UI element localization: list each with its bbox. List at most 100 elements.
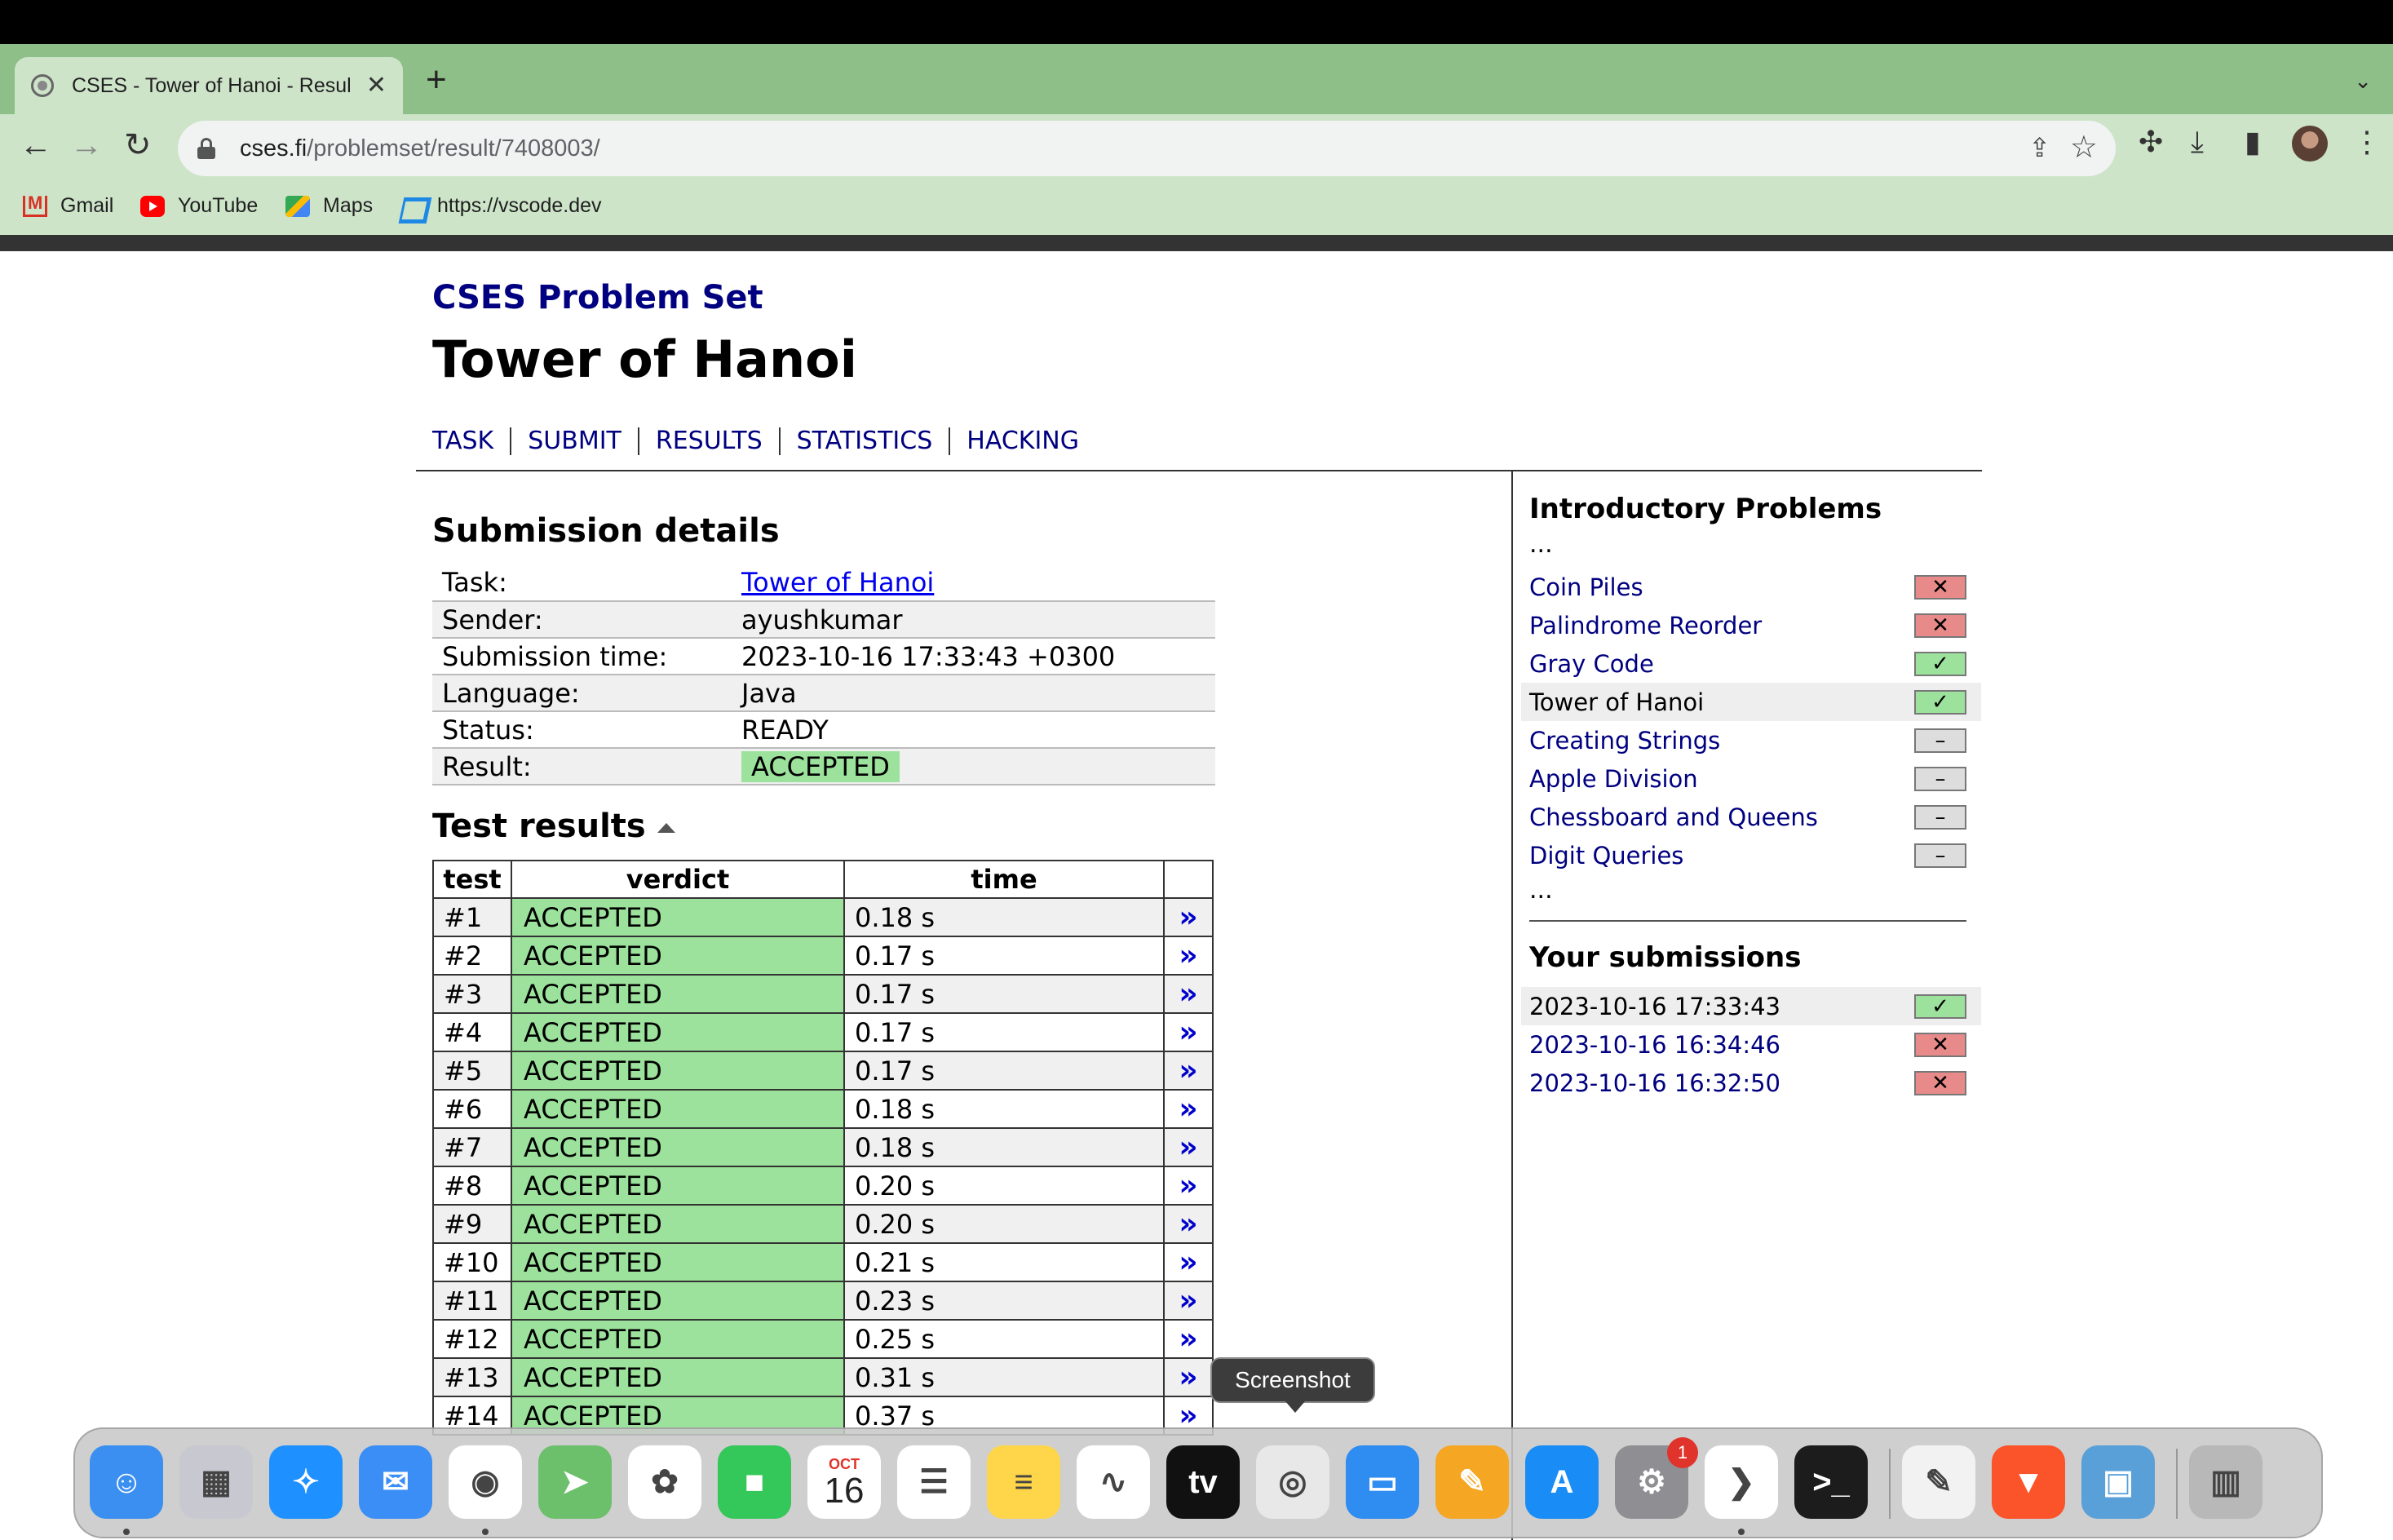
brave-icon[interactable]: ▼ — [1992, 1445, 2065, 1519]
nav-task[interactable]: TASK — [432, 427, 510, 455]
bookmark-label: YouTube — [178, 194, 259, 217]
nav-submit[interactable]: SUBMIT — [510, 427, 638, 455]
preview-icon[interactable]: ▣ — [2081, 1445, 2155, 1519]
task-link[interactable]: Tower of Hanoi — [741, 567, 934, 598]
keynote-icon[interactable]: ▭ — [1346, 1445, 1419, 1519]
extensions-icon[interactable]: ✣ — [2139, 127, 2163, 157]
test-number: #10 — [432, 1242, 512, 1282]
finder-icon[interactable]: ☺ — [90, 1445, 163, 1519]
side-panel-icon[interactable]: ▮ — [2245, 127, 2261, 157]
list-item[interactable]: Apple Division – — [1521, 759, 1981, 798]
bookmark-star-icon[interactable]: ☆ — [2070, 129, 2098, 166]
reminders-icon[interactable]: ☰ — [897, 1445, 971, 1519]
test-results-heading[interactable]: Test results — [432, 808, 675, 845]
tab-search-chevron-icon[interactable]: ⌄ — [2354, 69, 2372, 94]
test-verdict: ACCEPTED — [511, 1012, 845, 1052]
forward-button[interactable]: → — [70, 129, 103, 162]
collapse-arrow-icon[interactable] — [657, 823, 675, 833]
submission-link[interactable]: 2023-10-16 16:32:50 — [1529, 1069, 1780, 1097]
test-verdict: ACCEPTED — [511, 1204, 845, 1244]
pages-icon[interactable]: ✎ — [1435, 1445, 1509, 1519]
site-title[interactable]: CSES Problem Set — [432, 279, 763, 316]
problem-link[interactable]: Apple Division — [1529, 765, 1698, 793]
test-details-link-icon[interactable]: » — [1163, 1204, 1214, 1244]
details-row: Result: ACCEPTED — [432, 748, 1215, 785]
calendar-day: 16 — [824, 1470, 865, 1511]
freeform-icon[interactable]: ∿ — [1077, 1445, 1150, 1519]
list-item[interactable]: 2023-10-16 16:32:50 ✕ — [1521, 1064, 1981, 1102]
test-details-link-icon[interactable]: » — [1163, 1281, 1214, 1321]
app-store-icon[interactable]: A — [1525, 1445, 1599, 1519]
bookmark-vscode[interactable]: https://vscode.dev — [400, 194, 602, 218]
test-verdict: ACCEPTED — [511, 1319, 845, 1359]
submission-details-table: Task: Tower of Hanoi Sender: ayushkumar Su… — [432, 564, 1215, 785]
photos-icon[interactable]: ✿ — [628, 1445, 701, 1519]
problem-link[interactable]: Creating Strings — [1529, 727, 1720, 755]
list-item[interactable]: Coin Piles ✕ — [1521, 568, 1981, 606]
section-heading: Introductory Problems — [1529, 493, 1882, 525]
chrome-icon[interactable]: ◉ — [449, 1445, 522, 1519]
problem-link[interactable]: Gray Code — [1529, 650, 1654, 678]
test-details-link-icon[interactable]: » — [1163, 1166, 1214, 1206]
vscode-icon[interactable]: ❯ — [1705, 1445, 1778, 1519]
tab-strip: CSES - Tower of Hanoi - Resul ✕ + ⌄ — [0, 44, 2393, 114]
details-label: Task: — [432, 564, 732, 602]
problem-link[interactable]: Chessboard and Queens — [1529, 803, 1818, 831]
facetime-icon[interactable]: ■ — [718, 1445, 791, 1519]
test-details-link-icon[interactable]: » — [1163, 1051, 1214, 1091]
calendar-icon[interactable]: OCT 16 — [807, 1445, 881, 1519]
url-text[interactable]: cses.fi/problemset/result/7408003/ — [240, 135, 600, 162]
bookmark-gmail[interactable]: Gmail — [23, 192, 113, 218]
test-details-link-icon[interactable]: » — [1163, 1127, 1214, 1167]
address-bar[interactable]: cses.fi/problemset/result/7408003/ ⇪ ☆ — [178, 121, 2116, 176]
sidebar-separator — [1529, 920, 1966, 922]
table-row: #9 ACCEPTED 0.20 s» — [432, 1204, 1214, 1244]
apple-tv-icon[interactable]: tv — [1166, 1445, 1240, 1519]
test-details-link-icon[interactable]: » — [1163, 1012, 1214, 1052]
details-label: Language: — [432, 675, 732, 712]
terminal-icon[interactable]: >_ — [1794, 1445, 1868, 1519]
list-item[interactable]: Digit Queries – — [1521, 836, 1981, 874]
screenshot-icon[interactable]: ◎ — [1256, 1445, 1329, 1519]
problem-link[interactable]: Coin Piles — [1529, 573, 1643, 601]
browser-tab[interactable]: CSES - Tower of Hanoi - Resul ✕ — [15, 57, 403, 114]
test-number: #11 — [432, 1281, 512, 1321]
list-item[interactable]: Palindrome Reorder ✕ — [1521, 606, 1981, 644]
share-icon[interactable]: ⇪ — [2028, 132, 2050, 163]
test-details-link-icon[interactable]: » — [1163, 897, 1214, 937]
launchpad-icon[interactable]: ▦ — [179, 1445, 253, 1519]
notes-icon[interactable]: ≡ — [987, 1445, 1060, 1519]
reload-button[interactable]: ↻ — [124, 129, 152, 162]
browser-menu-icon[interactable]: ⋮ — [2352, 127, 2382, 157]
problem-link[interactable]: Palindrome Reorder — [1529, 612, 1762, 639]
nav-results[interactable]: RESULTS — [637, 427, 779, 455]
back-button[interactable]: ← — [20, 129, 52, 162]
problem-link[interactable]: Digit Queries — [1529, 842, 1683, 870]
test-details-link-icon[interactable]: » — [1163, 974, 1214, 1014]
maps-icon[interactable]: ➤ — [538, 1445, 612, 1519]
profile-avatar[interactable] — [2292, 126, 2328, 162]
test-details-link-icon[interactable]: » — [1163, 936, 1214, 976]
test-details-link-icon[interactable]: » — [1163, 1089, 1214, 1129]
test-details-link-icon[interactable]: » — [1163, 1319, 1214, 1359]
list-item[interactable]: 2023-10-16 16:34:46 ✕ — [1521, 1025, 1981, 1064]
mail-icon[interactable]: ✉ — [359, 1445, 432, 1519]
lock-icon[interactable] — [197, 138, 215, 159]
textedit-icon[interactable]: ✎ — [1902, 1445, 1975, 1519]
test-time: 0.17 s — [843, 1012, 1165, 1052]
new-tab-button[interactable]: + — [426, 62, 447, 98]
list-item[interactable]: Gray Code ✓ — [1521, 644, 1981, 683]
nav-statistics[interactable]: STATISTICS — [778, 427, 949, 455]
download-icon[interactable]: ⤓ — [2191, 127, 2204, 157]
test-details-link-icon[interactable]: » — [1163, 1357, 1214, 1397]
bookmark-youtube[interactable]: YouTube — [140, 194, 258, 218]
trash-icon[interactable]: ▥ — [2189, 1445, 2263, 1519]
submission-link[interactable]: 2023-10-16 16:34:46 — [1529, 1031, 1780, 1059]
list-item[interactable]: Chessboard and Queens – — [1521, 798, 1981, 836]
list-item[interactable]: Creating Strings – — [1521, 721, 1981, 759]
bookmark-maps[interactable]: Maps — [285, 194, 373, 218]
close-tab-icon[interactable]: ✕ — [366, 73, 387, 98]
test-details-link-icon[interactable]: » — [1163, 1242, 1214, 1282]
nav-hacking[interactable]: HACKING — [949, 427, 1095, 455]
safari-icon[interactable]: ✧ — [269, 1445, 343, 1519]
